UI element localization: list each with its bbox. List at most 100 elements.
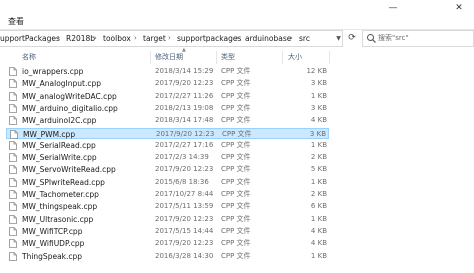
file-size: 3 KB [309,129,326,138]
file-date: 2018/3/14 15:29 [155,67,214,75]
breadcrumb-item[interactable]: supportpackages [177,31,241,46]
column-date[interactable]: 修改日期 [155,51,183,64]
column-header: 名称 修改日期 类型 大小 [0,51,474,64]
file-row[interactable]: MW_SPIwriteRead.cpp 2015/6/8 18:36 CPP 文… [6,177,329,188]
file-type: CPP 文件 [221,165,251,174]
column-divider[interactable] [282,51,283,64]
chevron-right-icon[interactable]: › [57,31,60,46]
file-size: 1 KB [310,251,327,260]
chevron-right-icon[interactable]: › [134,31,137,46]
file-size: 1 KB [310,91,327,100]
file-type: CPP 文件 [221,226,251,235]
file-type: CPP 文件 [221,190,251,198]
file-date: 2017/9/20 12:23 [155,79,214,88]
close-button[interactable]: ✕ [444,0,474,15]
cpp-file-icon [9,79,17,89]
file-row[interactable]: MW_WifiTCP.cpp 2017/5/15 14:44 CPP 文件 4 … [6,226,329,237]
cpp-file-icon [9,251,17,261]
chevron-right-icon[interactable]: › [94,31,97,46]
refresh-icon[interactable]: ⟳ [345,30,359,47]
cpp-file-icon [9,116,17,126]
file-date: 2017/9/20 12:23 [155,239,214,248]
column-divider[interactable] [216,51,217,64]
cpp-file-icon [9,214,17,224]
cpp-file-icon [9,239,17,249]
file-date: 2016/3/28 14:30 [155,251,214,260]
search-icon [367,34,376,43]
chevron-right-icon[interactable]: › [290,31,293,46]
file-date: 2017/5/11 13:59 [155,202,214,211]
file-name: MW_WifiUDP.cpp [22,239,85,249]
file-type: CPP 文件 [221,79,251,88]
file-row[interactable]: MW_SerialRead.cpp 2017/2/27 17:16 CPP 文件… [6,140,329,151]
file-date: 2017/9/20 12:23 [155,214,214,223]
breadcrumb-item[interactable]: target [143,31,166,46]
breadcrumb-item[interactable]: arduinobase [245,31,291,46]
file-date: 2017/2/27 17:16 [155,140,214,149]
cpp-file-icon [9,177,17,187]
address-bar[interactable]: upportPackages › R2018b › toolbox › targ… [0,30,343,47]
file-size: 1 KB [310,140,327,149]
menu-view[interactable]: 查看 [8,15,24,29]
file-name: MW_SPIwriteRead.cpp [22,177,105,187]
search-input[interactable]: 搜索"src" [362,30,474,47]
file-row[interactable]: MW_Ultrasonic.cpp 2017/9/20 12:23 CPP 文件… [6,214,329,225]
file-row[interactable]: io_wrappers.cpp 2018/3/14 15:29 CPP 文件 1… [6,66,329,77]
file-row[interactable]: MW_Tachometer.cpp 2017/10/27 8:44 CPP 文件… [6,189,329,200]
cpp-file-icon [9,153,17,162]
search-placeholder: 搜索"src" [378,34,409,42]
file-type: CPP 文件 [221,202,251,211]
file-name: MW_arduinoI2C.cpp [22,116,97,126]
file-date: 2017/10/27 8:44 [155,190,214,198]
file-type: CPP 文件 [221,116,251,125]
breadcrumb-item[interactable]: toolbox [103,31,131,46]
file-type: CPP 文件 [221,153,251,162]
file-name: MW_PWM.cpp [23,129,76,139]
file-name: MW_SerialWrite.cpp [22,153,97,163]
column-size[interactable]: 大小 [288,51,302,64]
chevron-right-icon[interactable]: › [168,31,171,46]
column-divider[interactable] [150,51,151,64]
file-row[interactable]: MW_analogWriteDAC.cpp 2017/2/27 11:26 CP… [6,91,329,102]
file-name: MW_thingspeak.cpp [22,202,98,212]
file-row[interactable]: MW_ServoWriteRead.cpp 2017/9/20 12:23 CP… [6,164,329,175]
title-bar: — ✕ [0,0,474,15]
file-date: 2017/2/3 14:39 [155,153,209,162]
file-size: 4 KB [310,239,327,248]
minimize-button[interactable]: — [378,0,408,15]
file-date: 2018/2/13 19:08 [155,103,214,112]
column-name[interactable]: 名称 [22,51,36,64]
file-size: 1 KB [310,177,327,186]
file-size: 5 KB [310,165,327,174]
file-size: 3 KB [310,79,327,88]
file-row[interactable]: MW_arduino_digitalio.cpp 2018/2/13 19:08… [6,103,329,114]
breadcrumb-item[interactable]: upportPackages [0,31,60,46]
column-divider[interactable] [329,51,330,64]
file-type: CPP 文件 [221,140,251,149]
file-row[interactable]: MW_thingspeak.cpp 2017/5/11 13:59 CPP 文件… [6,201,329,212]
address-bar-row: upportPackages › R2018b › toolbox › targ… [0,30,474,47]
file-date: 2017/2/27 11:26 [155,91,214,100]
cpp-file-icon [9,140,17,150]
file-date: 2017/5/15 14:44 [155,226,214,235]
breadcrumb-item[interactable]: R2018b [66,31,95,46]
file-row[interactable]: MW_AnalogInput.cpp 2017/9/20 12:23 CPP 文… [6,78,329,89]
file-size: 4 KB [310,226,327,235]
file-row[interactable]: MW_WifiUDP.cpp 2017/9/20 12:23 CPP 文件 4 … [6,238,329,249]
file-row[interactable]: ThingSpeak.cpp 2016/3/28 14:30 CPP 文件 1 … [6,251,329,262]
chevron-right-icon[interactable]: › [236,31,239,46]
file-date: 2018/3/14 17:48 [155,116,214,125]
file-size: 4 KB [310,116,327,125]
column-type[interactable]: 类型 [221,51,235,64]
breadcrumb-item[interactable]: src [299,31,310,46]
file-size: 12 KB [306,67,327,75]
file-type: CPP 文件 [221,177,251,186]
chevron-down-icon[interactable]: ▼ [334,31,343,46]
file-row[interactable]: MW_SerialWrite.cpp 2017/2/3 14:39 CPP 文件… [6,152,329,163]
file-row[interactable]: MW_PWM.cpp 2017/9/20 12:23 CPP 文件 3 KB [6,127,329,139]
file-row[interactable]: MW_arduinoI2C.cpp 2018/3/14 17:48 CPP 文件… [6,115,329,126]
file-date: 2017/9/20 12:23 [156,129,215,138]
file-name: MW_AnalogInput.cpp [22,79,101,89]
file-size: 2 KB [310,190,327,198]
file-name: MW_arduino_digitalio.cpp [22,103,118,113]
